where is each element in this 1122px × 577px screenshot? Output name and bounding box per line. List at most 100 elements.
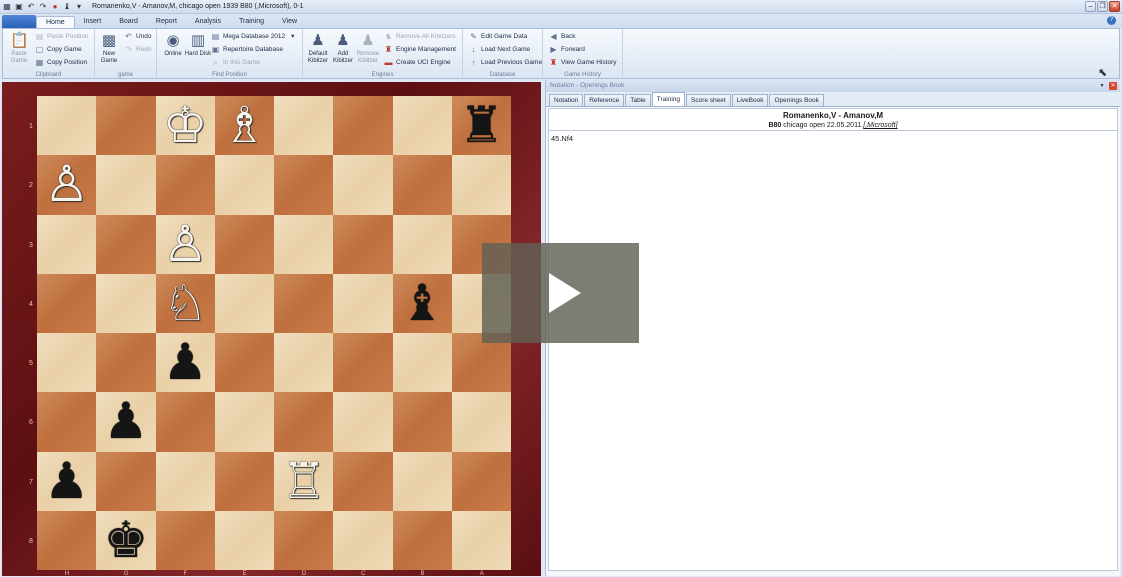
paste-position-button[interactable]: ▤ Paste Position <box>35 31 89 42</box>
square-h6[interactable] <box>37 392 97 452</box>
square-f2[interactable] <box>155 155 215 215</box>
square-h8[interactable] <box>37 510 97 570</box>
tab-insert[interactable]: Insert <box>75 16 111 28</box>
tab-reference[interactable]: Reference <box>584 94 625 106</box>
square-g7[interactable] <box>96 451 156 511</box>
square-f6[interactable] <box>155 392 215 452</box>
copy-position-button[interactable]: ▦ Copy Position <box>35 57 87 68</box>
square-e5[interactable] <box>214 333 274 393</box>
square-e6[interactable] <box>214 392 274 452</box>
tab-score-sheet[interactable]: Score sheet <box>686 94 731 106</box>
square-f3[interactable]: ♙ <box>155 214 215 274</box>
copy-game-button[interactable]: ▢ Copy Game <box>35 44 82 55</box>
square-h7[interactable]: ♟ <box>37 451 97 511</box>
square-f5[interactable]: ♟ <box>155 333 215 393</box>
square-d1[interactable] <box>274 96 334 156</box>
square-b7[interactable] <box>392 451 452 511</box>
engine-management-button[interactable]: ♜ Engine Management <box>384 44 456 55</box>
back-button[interactable]: ◀ Back <box>549 31 575 42</box>
square-b2[interactable] <box>392 155 452 215</box>
white-king[interactable]: ♔ <box>156 96 215 155</box>
square-g1[interactable] <box>96 96 156 156</box>
square-b8[interactable] <box>392 510 452 570</box>
square-g8[interactable]: ♚ <box>96 510 156 570</box>
tab-table[interactable]: Table <box>625 94 651 106</box>
moves-area[interactable]: 45.Nf4 <box>548 131 1118 571</box>
move-text[interactable]: 45.Nf4 <box>551 134 573 143</box>
square-d6[interactable] <box>274 392 334 452</box>
tab-report[interactable]: Report <box>147 16 186 28</box>
square-c6[interactable] <box>333 392 393 452</box>
square-d7[interactable]: ♖ <box>274 451 334 511</box>
tab-livebook[interactable]: LiveBook <box>731 94 769 106</box>
square-h3[interactable] <box>37 214 97 274</box>
square-c4[interactable] <box>333 273 393 333</box>
square-a1[interactable]: ♜ <box>451 96 511 156</box>
view-game-history-button[interactable]: ♜ View Game History <box>549 57 617 68</box>
square-f1[interactable]: ♔ <box>155 96 215 156</box>
square-d4[interactable] <box>274 273 334 333</box>
close-icon[interactable]: ✕ <box>1109 1 1120 12</box>
redo-button[interactable]: ↷ Redo <box>124 44 151 55</box>
square-g3[interactable] <box>96 214 156 274</box>
square-h5[interactable] <box>37 333 97 393</box>
square-g2[interactable] <box>96 155 156 215</box>
square-a8[interactable] <box>451 510 511 570</box>
remove-kibitzer-button[interactable]: ♟ Remove Kibitzer <box>354 32 382 65</box>
square-c7[interactable] <box>333 451 393 511</box>
square-h1[interactable] <box>37 96 97 156</box>
restore-icon[interactable]: ❐ <box>1097 1 1108 12</box>
square-e8[interactable] <box>214 510 274 570</box>
square-e1[interactable]: ♗ <box>214 96 274 156</box>
square-c5[interactable] <box>333 333 393 393</box>
square-f8[interactable] <box>155 510 215 570</box>
new-game-button[interactable]: ▩ New Game <box>95 32 123 65</box>
square-h2[interactable]: ♙ <box>37 155 97 215</box>
black-king[interactable]: ♚ <box>96 511 155 570</box>
black-pawn[interactable]: ♟ <box>37 452 96 511</box>
tab-openings-book[interactable]: Openings Book <box>769 94 824 106</box>
tab-training[interactable]: Training <box>651 92 686 106</box>
square-f7[interactable] <box>155 451 215 511</box>
square-d8[interactable] <box>274 510 334 570</box>
square-d5[interactable] <box>274 333 334 393</box>
online-button[interactable]: ◉ Online <box>159 32 187 58</box>
white-knight[interactable]: ♘ <box>156 274 215 333</box>
square-c1[interactable] <box>333 96 393 156</box>
engine-icon[interactable]: ● <box>50 2 60 12</box>
load-previous-game-button[interactable]: ↑ Load Previous Game <box>469 57 543 68</box>
square-g4[interactable] <box>96 273 156 333</box>
square-g5[interactable] <box>96 333 156 393</box>
square-c8[interactable] <box>333 510 393 570</box>
help-icon[interactable]: ? <box>1107 16 1116 25</box>
tab-training[interactable]: Training <box>230 16 273 28</box>
white-pawn[interactable]: ♙ <box>156 215 215 274</box>
paste-game-button[interactable]: 📋 Paste Game <box>5 32 33 65</box>
tab-file[interactable] <box>2 15 36 28</box>
video-play-button[interactable] <box>482 243 639 343</box>
white-bishop[interactable]: ♗ <box>215 96 274 155</box>
tab-view[interactable]: View <box>273 16 306 28</box>
square-b5[interactable] <box>392 333 452 393</box>
square-b3[interactable] <box>392 214 452 274</box>
square-b4[interactable]: ♝ <box>392 273 452 333</box>
database-select[interactable]: ▤ Mega Database 2012 ▾ <box>211 31 295 42</box>
black-pawn[interactable]: ♟ <box>156 333 215 392</box>
edit-game-data-button[interactable]: ✎ Edit Game Data <box>469 31 527 42</box>
add-kibitzer-button[interactable]: ♟ Add Kibitzer <box>329 32 357 65</box>
square-d3[interactable] <box>274 214 334 274</box>
square-e3[interactable] <box>214 214 274 274</box>
square-g6[interactable]: ♟ <box>96 392 156 452</box>
white-pawn[interactable]: ♙ <box>37 155 96 214</box>
tab-notation[interactable]: Notation <box>549 94 584 106</box>
square-e7[interactable] <box>214 451 274 511</box>
app-icon[interactable]: ▦ <box>2 2 12 12</box>
black-rook[interactable]: ♜ <box>452 96 511 155</box>
square-b6[interactable] <box>392 392 452 452</box>
hard-disk-button[interactable]: ▥ Hard Disk <box>184 32 212 58</box>
square-f4[interactable]: ♘ <box>155 273 215 333</box>
square-e4[interactable] <box>214 273 274 333</box>
square-h4[interactable] <box>37 273 97 333</box>
redo-icon[interactable]: ↷ <box>38 2 48 12</box>
chessboard[interactable]: ♔ ♗ ♜ ♙ ♙ ♘ ♝ ♟ ♟ ♟ ♖ ♚ <box>37 96 511 576</box>
